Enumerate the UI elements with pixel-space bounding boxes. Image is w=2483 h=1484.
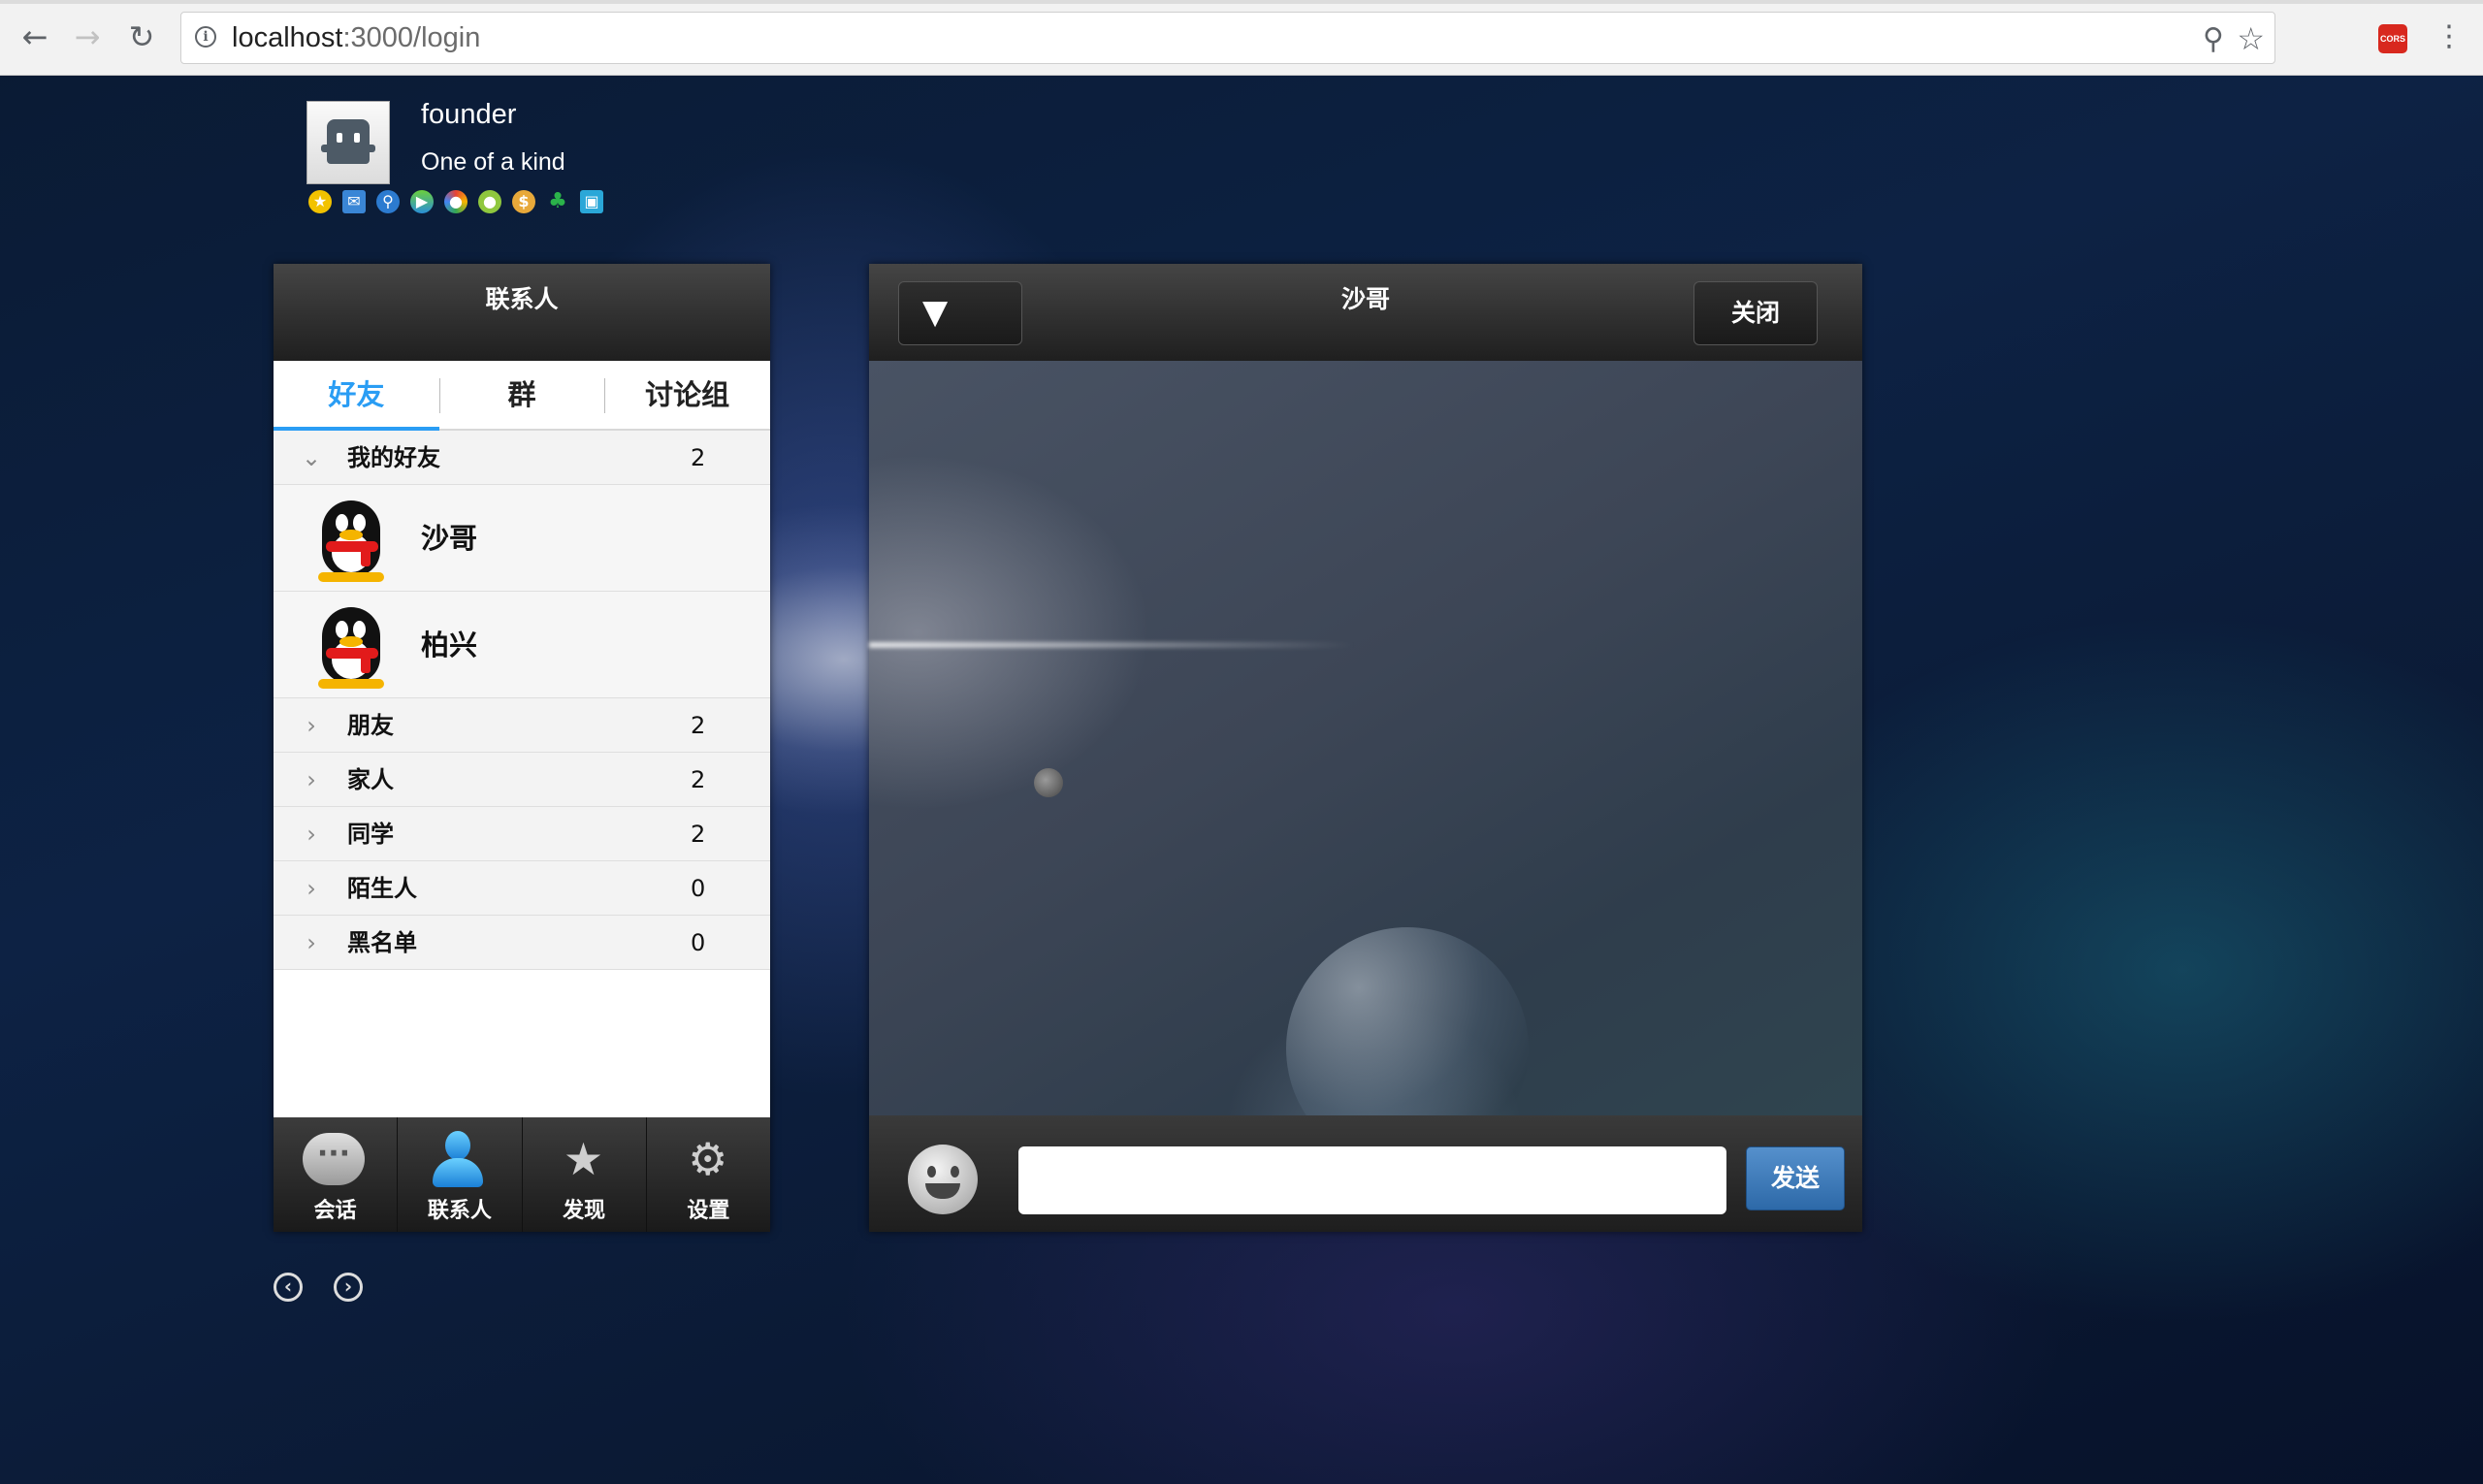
group-count: 0 (691, 929, 706, 956)
fruit-icon[interactable]: ● (478, 190, 501, 213)
tab-groups[interactable]: 群 (438, 361, 605, 429)
reload-button[interactable]: ↻ (122, 17, 161, 56)
contacts-person-icon (427, 1129, 489, 1191)
group-name: 朋友 (347, 712, 394, 739)
chevron-right-icon: › (306, 821, 316, 848)
chat-panel: ▼ 沙哥 关闭 发送 (869, 264, 1862, 1232)
background-moon (1034, 768, 1063, 797)
group-count: 2 (691, 821, 706, 848)
group-friends[interactable]: › 朋友 2 (274, 698, 770, 753)
discover-star-icon: ★ (563, 1133, 604, 1185)
address-bar[interactable]: i localhost:3000/login ⚲ ☆ (180, 12, 2275, 64)
tab-label: 发现 (563, 1199, 606, 1223)
group-name: 家人 (347, 766, 394, 793)
tab-friends[interactable]: 好友 (274, 361, 439, 431)
group-count: 2 (691, 766, 706, 793)
group-count: 2 (691, 712, 706, 739)
tab-label: 设置 (687, 1199, 730, 1223)
group-blacklist[interactable]: › 黑名单 0 (274, 916, 770, 970)
status-icon-row: ★ ✉ ⚲ ▶ ● ● $ ♣ ▣ (308, 190, 603, 215)
profile-signature[interactable]: One of a kind (421, 148, 565, 177)
robot-avatar-icon (321, 119, 375, 164)
bottom-tab-bar: 会话 联系人 ★ 发现 ⚙ 设置 (274, 1117, 770, 1232)
user-avatar[interactable] (306, 101, 390, 184)
background-flare (869, 642, 1354, 648)
tab-strip (0, 0, 2483, 4)
friend-name: 沙哥 (421, 522, 478, 555)
tab-label: 联系人 (427, 1199, 492, 1223)
penguin-avatar-icon (310, 497, 392, 582)
previous-page-icon[interactable]: ‹ (274, 1273, 303, 1302)
group-classmates[interactable]: › 同学 2 (274, 807, 770, 861)
message-input[interactable] (1018, 1146, 1726, 1214)
chevron-right-icon: › (306, 766, 316, 793)
group-name: 我的好友 (347, 444, 440, 471)
browser-toolbar: ← → ↻ i localhost:3000/login ⚲ ☆ CORS ⋮ (0, 0, 2483, 76)
group-my-friends[interactable]: ⌄ 我的好友 2 (274, 431, 770, 485)
group-name: 陌生人 (347, 875, 417, 902)
tab-label: 会话 (313, 1199, 357, 1223)
money-bag-icon[interactable]: $ (512, 190, 535, 213)
tab-discussions[interactable]: 讨论组 (604, 361, 770, 429)
forward-button[interactable]: → (68, 17, 107, 56)
chevron-right-icon: › (306, 875, 316, 902)
contact-list: ⌄ 我的好友 2 沙哥 柏兴 › 朋友 2 › 家人 2 › 同学 2 › 陌生… (274, 431, 770, 970)
contacts-tabs: 好友 群 讨论组 (274, 361, 770, 431)
group-name: 同学 (347, 821, 394, 848)
tab-discover[interactable]: ★ 发现 (523, 1117, 647, 1232)
chat-input-bar: 发送 (869, 1115, 1862, 1232)
send-button[interactable]: 发送 (1746, 1146, 1845, 1210)
chevron-down-icon: ⌄ (301, 444, 322, 471)
contacts-header: 联系人 (274, 264, 770, 361)
group-count: 0 (691, 875, 706, 902)
url-path: :3000/login (342, 22, 481, 53)
friend-item[interactable]: 沙哥 (274, 485, 770, 592)
back-button[interactable]: ← (16, 17, 54, 56)
penguin-avatar-icon (310, 603, 392, 689)
chevron-right-icon: › (306, 712, 316, 739)
next-page-icon[interactable]: › (334, 1273, 363, 1302)
search-icon[interactable]: ⚲ (376, 190, 400, 213)
star-icon[interactable]: ★ (308, 190, 332, 213)
emoji-icon[interactable] (908, 1145, 978, 1214)
group-strangers[interactable]: › 陌生人 0 (274, 861, 770, 916)
chat-bubble-icon (303, 1133, 365, 1185)
clover-icon[interactable]: ♣ (546, 190, 569, 213)
browser-icon[interactable]: ● (444, 190, 468, 213)
chevron-right-icon: › (306, 929, 316, 956)
tab-conversations[interactable]: 会话 (274, 1117, 399, 1232)
group-name: 黑名单 (347, 929, 417, 956)
url-text[interactable]: localhost:3000/login (232, 22, 480, 54)
group-count: 2 (691, 444, 706, 471)
video-play-icon[interactable]: ▶ (410, 190, 434, 213)
zoom-icon[interactable]: ⚲ (2203, 22, 2224, 56)
settings-gear-icon: ⚙ (688, 1133, 728, 1185)
bookmark-star-icon[interactable]: ☆ (2237, 20, 2265, 57)
mail-icon[interactable]: ✉ (342, 190, 366, 213)
browser-menu-icon[interactable]: ⋮ (2435, 17, 2464, 56)
info-icon[interactable]: i (195, 26, 216, 48)
friend-name: 柏兴 (421, 629, 478, 661)
tab-settings[interactable]: ⚙ 设置 (647, 1117, 770, 1232)
close-button[interactable]: 关闭 (1693, 281, 1818, 345)
photo-icon[interactable]: ▣ (580, 190, 603, 213)
tab-contacts[interactable]: 联系人 (398, 1117, 523, 1232)
profile-name: founder (421, 99, 517, 130)
group-family[interactable]: › 家人 2 (274, 753, 770, 807)
cors-extension-icon[interactable]: CORS (2378, 24, 2407, 53)
friend-item[interactable]: 柏兴 (274, 592, 770, 698)
chat-header: ▼ 沙哥 关闭 (869, 264, 1862, 361)
url-host: localhost (232, 22, 343, 53)
contacts-panel: 联系人 好友 群 讨论组 ⌄ 我的好友 2 沙哥 柏兴 › 朋友 2 › 家人 … (274, 264, 770, 1232)
